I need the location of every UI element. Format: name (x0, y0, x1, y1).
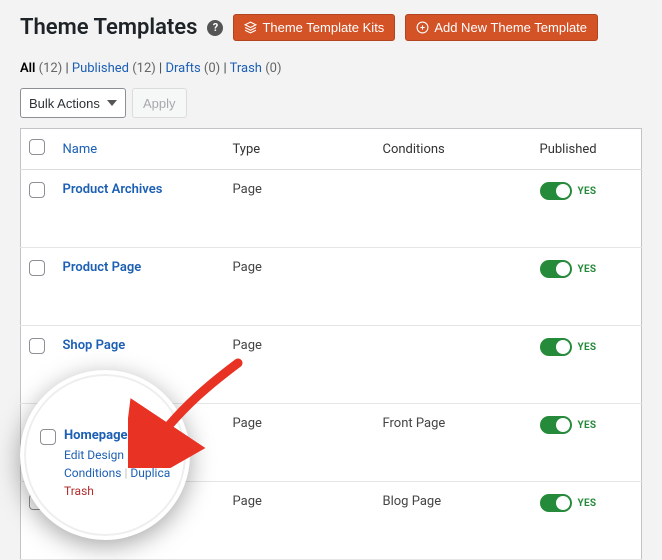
column-type: Type (225, 129, 375, 170)
duplicate-link[interactable]: Duplica (130, 466, 170, 480)
table-row: Product Page Page YES (21, 248, 642, 326)
row-type: Page (225, 326, 375, 404)
row-checkbox[interactable] (29, 338, 45, 354)
published-toggle[interactable] (540, 494, 572, 512)
published-toggle[interactable] (540, 182, 572, 200)
theme-template-kits-button[interactable]: Theme Template Kits (233, 14, 395, 41)
row-actions: Edit Design | Edit Conditions | Duplica … (64, 446, 176, 500)
help-icon[interactable]: ? (207, 20, 223, 36)
select-all-checkbox[interactable] (29, 139, 45, 155)
row-type: Page (225, 404, 375, 482)
toggle-label: YES (578, 342, 597, 353)
row-conditions: Blog Page (375, 482, 532, 560)
row-checkbox[interactable] (40, 429, 56, 445)
edit-design-link[interactable]: Edit Design (64, 448, 124, 462)
row-title-link[interactable]: Product Archives (63, 182, 163, 197)
page-title: Theme Templates (20, 15, 197, 40)
row-checkbox[interactable] (29, 182, 45, 198)
filter-trash[interactable]: Trash (230, 61, 262, 76)
row-type: Page (225, 482, 375, 560)
row-title-link[interactable]: Shop Page (63, 338, 126, 353)
row-conditions (375, 170, 532, 248)
filter-published[interactable]: Published (72, 61, 129, 76)
published-toggle[interactable] (540, 416, 572, 434)
toggle-label: YES (578, 264, 597, 275)
row-type: Page (225, 248, 375, 326)
row-checkbox[interactable] (29, 260, 45, 276)
row-title-link[interactable]: Product Page (63, 260, 142, 275)
apply-button[interactable]: Apply (132, 88, 187, 118)
toggle-label: YES (578, 498, 597, 509)
published-toggle[interactable] (540, 260, 572, 278)
toggle-label: YES (578, 186, 597, 197)
layers-icon (244, 21, 257, 34)
add-new-theme-template-button[interactable]: Add New Theme Template (405, 14, 598, 41)
view-filters: All (12) | Published (12) | Drafts (0) |… (20, 61, 642, 76)
plus-circle-icon (416, 21, 429, 34)
column-published: Published (532, 129, 642, 170)
table-row: Product Archives Page YES (21, 170, 642, 248)
filter-drafts[interactable]: Drafts (165, 61, 200, 76)
bulk-actions-select[interactable]: Bulk Actions (20, 88, 126, 118)
filter-all[interactable]: All (20, 61, 35, 76)
trash-link[interactable]: Trash (64, 484, 94, 498)
column-conditions: Conditions (375, 129, 532, 170)
row-conditions (375, 326, 532, 404)
row-conditions (375, 248, 532, 326)
toggle-label: YES (578, 420, 597, 431)
row-type: Page (225, 170, 375, 248)
column-name-sort[interactable]: Name (63, 142, 98, 157)
row-conditions: Front Page (375, 404, 532, 482)
magnified-row-preview: Homepage Edit Design | Edit Conditions |… (20, 370, 190, 540)
row-title-link[interactable]: Homepage (64, 428, 128, 443)
published-toggle[interactable] (540, 338, 572, 356)
